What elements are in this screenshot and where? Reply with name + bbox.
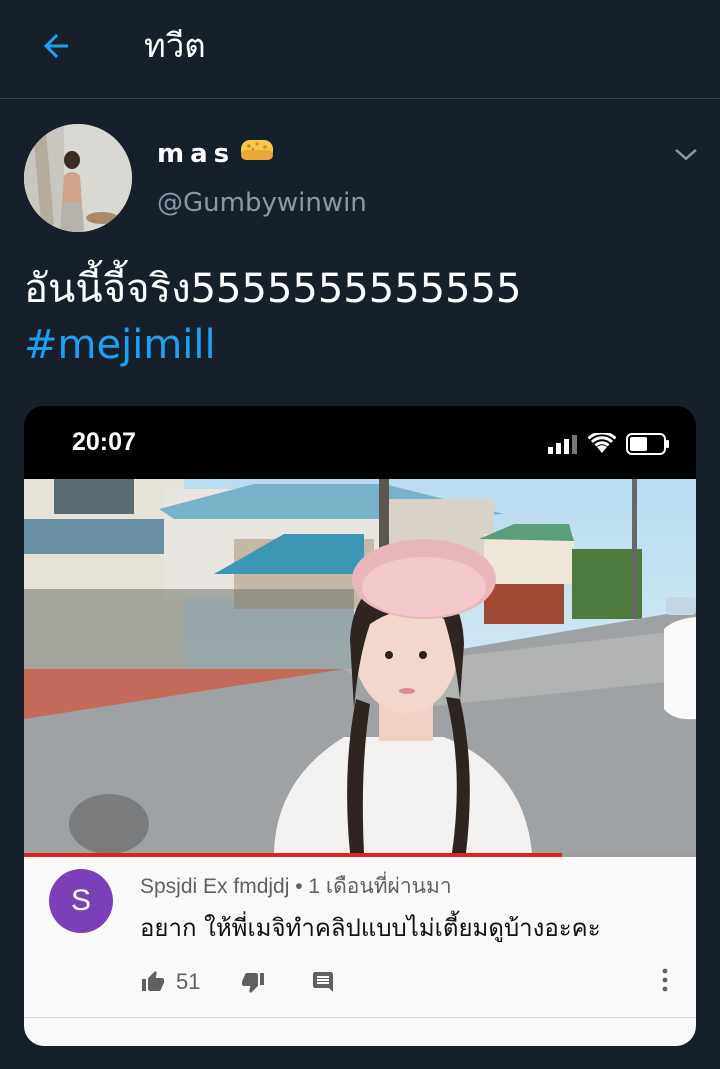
more-vertical-icon <box>662 968 668 992</box>
chevron-down-icon <box>675 148 697 161</box>
reply-button[interactable] <box>310 970 336 994</box>
comment-divider <box>24 1017 696 1018</box>
status-icons <box>548 433 670 455</box>
phone-status-bar: 20:07 <box>24 406 696 479</box>
username[interactable]: @Gumbywinwin <box>157 188 367 218</box>
comment-actions: 51 <box>140 965 336 999</box>
hashtag-link[interactable]: #mejimill <box>24 319 216 371</box>
avatar-photo <box>24 124 132 232</box>
sponge-icon <box>239 136 275 171</box>
top-bar: ทวีต <box>0 0 720 99</box>
wifi-icon <box>588 433 616 453</box>
comment-more-button[interactable] <box>660 967 670 997</box>
comment-meta: Spsjdi Ex fmdjdj • 1 เดือนที่ผ่านมา <box>140 875 452 898</box>
commenter-avatar-letter: S <box>70 884 91 917</box>
commenter-avatar[interactable]: S <box>49 869 113 933</box>
display-name[interactable]: mas <box>157 136 275 171</box>
battery-icon <box>626 433 669 455</box>
dislike-button[interactable] <box>240 970 266 994</box>
tweet-text: อันนี้จี้จริง5555555555555 <box>24 266 522 312</box>
video-still-image <box>24 479 696 853</box>
video-frame[interactable] <box>24 479 696 853</box>
status-time: 20:07 <box>72 428 136 456</box>
comment-text: อยาก ให้พี่เมจิทำคลิปแบบไม่เตี้ยมดูบ้างอ… <box>140 914 601 942</box>
thumbs-down-icon <box>242 973 265 993</box>
tweet-media[interactable]: 20:07 S Spsjdi Ex fmdjdj • 1 เดือนที่ผ่า… <box>24 406 696 1046</box>
like-count: 51 <box>176 969 201 994</box>
back-button[interactable] <box>34 24 78 68</box>
tweet-menu-button[interactable] <box>670 140 702 168</box>
video-comment: S Spsjdi Ex fmdjdj • 1 เดือนที่ผ่านมา อย… <box>24 857 696 1046</box>
like-button[interactable]: 51 <box>140 969 200 995</box>
avatar[interactable] <box>24 124 132 232</box>
arrow-left-icon <box>44 34 68 58</box>
thumbs-up-icon <box>142 971 164 991</box>
signal-icon <box>548 435 577 454</box>
page-title: ทวีต <box>144 26 206 65</box>
reply-icon <box>313 972 334 992</box>
display-name-text: mas <box>157 138 236 169</box>
